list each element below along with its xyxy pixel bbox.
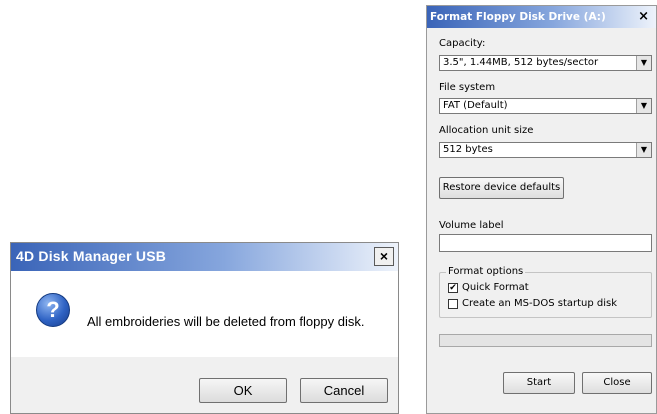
- cancel-button[interactable]: Cancel: [300, 378, 388, 403]
- chevron-down-icon[interactable]: ▼: [636, 143, 651, 157]
- dialog-message: All embroideries will be deleted from fl…: [87, 314, 365, 329]
- msdos-startup-checkbox[interactable]: [448, 299, 458, 309]
- msdos-startup-label[interactable]: Create an MS-DOS startup disk: [462, 298, 617, 309]
- volume-label-input[interactable]: [439, 234, 652, 252]
- dialog-title: Format Floppy Disk Drive (A:): [430, 11, 606, 23]
- allocation-value: 512 bytes: [443, 144, 493, 155]
- capacity-value: 3.5", 1.44MB, 512 bytes/sector: [443, 57, 599, 68]
- file-system-select[interactable]: FAT (Default) ▼: [439, 98, 652, 114]
- capacity-select[interactable]: 3.5", 1.44MB, 512 bytes/sector ▼: [439, 55, 652, 71]
- close-icon[interactable]: ×: [374, 247, 394, 266]
- quick-format-checkbox[interactable]: ✔: [448, 283, 458, 293]
- dialog-titlebar[interactable]: Format Floppy Disk Drive (A:) ×: [427, 6, 656, 28]
- capacity-label: Capacity:: [439, 38, 486, 49]
- start-button[interactable]: Start: [503, 372, 575, 394]
- question-icon: ?: [36, 293, 70, 327]
- dialog-title: 4D Disk Manager USB: [16, 248, 167, 264]
- format-floppy-dialog: Format Floppy Disk Drive (A:) × Capacity…: [426, 5, 657, 414]
- chevron-down-icon[interactable]: ▼: [636, 99, 651, 113]
- allocation-select[interactable]: 512 bytes ▼: [439, 142, 652, 158]
- dialog-titlebar[interactable]: 4D Disk Manager USB ×: [11, 243, 398, 271]
- volume-label-label: Volume label: [439, 220, 504, 231]
- close-icon[interactable]: ×: [638, 9, 649, 24]
- quick-format-label[interactable]: Quick Format: [462, 282, 529, 293]
- file-system-label: File system: [439, 82, 496, 93]
- format-progress-bar: [439, 334, 652, 347]
- file-system-value: FAT (Default): [443, 100, 508, 111]
- disk-manager-dialog: 4D Disk Manager USB × ? All embroideries…: [10, 242, 399, 414]
- format-options-group: Format options ✔ Quick Format Create an …: [439, 266, 652, 318]
- chevron-down-icon[interactable]: ▼: [636, 56, 651, 70]
- close-button[interactable]: Close: [582, 372, 652, 394]
- restore-defaults-button[interactable]: Restore device defaults: [439, 177, 564, 199]
- ok-button[interactable]: OK: [199, 378, 287, 403]
- format-options-legend: Format options: [446, 266, 526, 277]
- dialog-body: ? All embroideries will be deleted from …: [11, 271, 398, 357]
- allocation-label: Allocation unit size: [439, 125, 534, 136]
